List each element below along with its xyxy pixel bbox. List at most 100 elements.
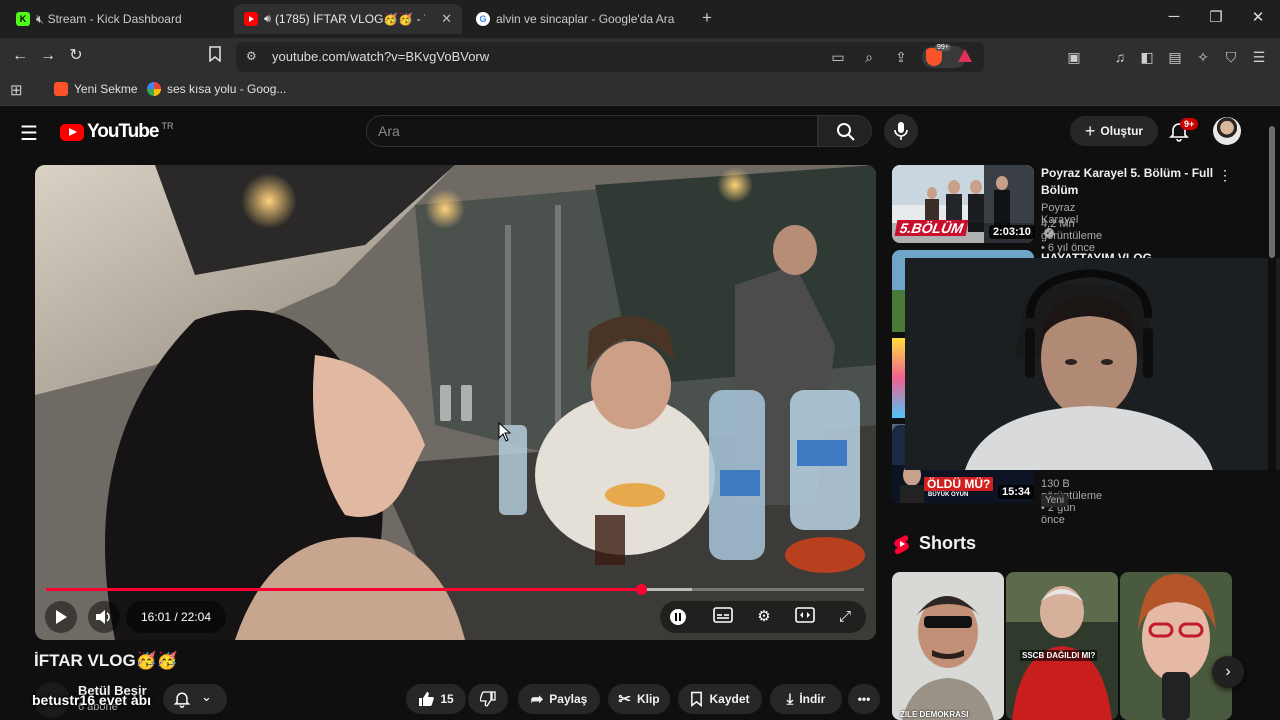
site-info-icon[interactable]: ⚙︎ bbox=[246, 49, 257, 63]
bookmark-label: Yeni Sekme bbox=[74, 82, 138, 96]
new-tab-button[interactable]: + bbox=[702, 8, 712, 28]
thumbs-down-icon bbox=[480, 691, 496, 707]
shorts-icon bbox=[894, 535, 909, 554]
time-display: 16:01 / 22:04 bbox=[126, 601, 226, 633]
recommendation-meta: 4,2 Mn görüntüleme • 6 yıl önce bbox=[1041, 218, 1103, 254]
brave-icon bbox=[54, 82, 68, 96]
subtitles-icon[interactable] bbox=[713, 607, 733, 627]
brave-rewards-icon[interactable] bbox=[958, 49, 972, 62]
download-button[interactable]: ⤓ İndir bbox=[770, 684, 842, 714]
more-icon[interactable]: ⋮ bbox=[1218, 167, 1232, 184]
save-label: Kaydet bbox=[709, 692, 750, 706]
save-button[interactable]: Kaydet bbox=[678, 684, 762, 714]
media-icon[interactable]: ♫ bbox=[1110, 48, 1130, 66]
tab-title: Stream - Kick Dashboard bbox=[47, 12, 182, 26]
bookmark-yeni-sekme[interactable]: Yeni Sekme bbox=[54, 82, 138, 96]
minimize-icon[interactable]: ─ bbox=[1154, 8, 1194, 25]
voice-search-button[interactable] bbox=[884, 114, 918, 148]
reader-mode-icon[interactable]: ▣ bbox=[1064, 48, 1084, 66]
like-count: 15 bbox=[440, 692, 454, 706]
recommendation-title[interactable]: Poyraz Karayel 5. Bölüm - Full Bölüm bbox=[1041, 165, 1227, 199]
short-card[interactable]: SSCB DAĞILDI MI? bbox=[1006, 572, 1118, 720]
create-label: Oluştur bbox=[1100, 124, 1144, 138]
tab-title: alvin ve sincaplar - Google'da Ara bbox=[496, 12, 675, 26]
tab-google-search[interactable]: G alvin ve sincaplar - Google'da Ara bbox=[466, 4, 690, 34]
short-card[interactable] bbox=[1120, 572, 1232, 720]
account-avatar[interactable] bbox=[1213, 117, 1241, 145]
bookmark-ses-kisa-yolu[interactable]: ses kısa yolu - Goog... bbox=[147, 82, 286, 96]
kick-icon: K bbox=[16, 12, 30, 26]
zoom-icon[interactable]: ⌕ bbox=[859, 48, 879, 66]
tab-youtube-video[interactable]: 🔊︎ (1785) İFTAR VLOG🥳🥳 - Yo ✕ bbox=[234, 4, 462, 34]
scrollbar-thumb[interactable] bbox=[1269, 126, 1275, 258]
download-label: İndir bbox=[799, 692, 826, 706]
wallet-icon[interactable]: ▤ bbox=[1165, 48, 1185, 66]
thumbs-up-icon bbox=[419, 692, 435, 706]
save-bookmark-icon bbox=[691, 691, 703, 707]
thumbnail-subtext: BÜYÜK OYUN bbox=[928, 492, 969, 498]
menu-icon[interactable]: ☰ bbox=[1249, 48, 1269, 66]
thumbnail-text: ÖLDÜ MÜ? bbox=[924, 477, 994, 491]
reload-icon[interactable]: ↻ bbox=[65, 46, 87, 66]
google-icon: G bbox=[476, 12, 490, 26]
subscription-bell-button[interactable]: ⌄ bbox=[163, 684, 227, 714]
vpn-icon[interactable]: ⛉ bbox=[1221, 48, 1241, 66]
guide-menu-icon[interactable]: ☰ bbox=[20, 121, 38, 146]
share-button[interactable]: ➦ Paylaş bbox=[518, 684, 600, 714]
recommendation-title[interactable]: HAYATTAYIM VLOG bbox=[1041, 250, 1161, 258]
short-caption: SSCB DAĞILDI MI? bbox=[1020, 650, 1098, 661]
tab-title: (1785) İFTAR VLOG🥳🥳 - Yo bbox=[274, 12, 425, 26]
dislike-button[interactable] bbox=[468, 684, 508, 714]
plus-icon: + bbox=[1084, 120, 1096, 141]
google-icon bbox=[147, 82, 161, 96]
more-icon: ••• bbox=[857, 692, 871, 706]
theater-mode-icon[interactable] bbox=[795, 607, 815, 627]
audio-playing-icon[interactable]: 🔊︎ bbox=[264, 13, 271, 26]
volume-icon bbox=[96, 610, 110, 624]
back-icon[interactable]: ← bbox=[9, 46, 31, 66]
forward-icon[interactable]: → bbox=[37, 46, 59, 66]
search-placeholder: Ara bbox=[378, 123, 400, 139]
like-button[interactable]: 15 bbox=[406, 684, 466, 714]
settings-icon[interactable]: ⚙︎ bbox=[754, 607, 774, 627]
streamer-webcam bbox=[905, 258, 1280, 470]
shorts-next-button[interactable]: › bbox=[1212, 656, 1244, 688]
youtube-icon bbox=[244, 12, 258, 26]
volume-button[interactable] bbox=[88, 601, 120, 633]
apps-grid-icon[interactable]: ⊞ bbox=[10, 81, 23, 99]
cast-icon[interactable]: ▭ bbox=[828, 48, 848, 66]
short-card[interactable]: ZILE DEMOKRASI bbox=[892, 572, 1004, 720]
leo-ai-icon[interactable]: ✧ bbox=[1193, 48, 1213, 66]
fullscreen-icon[interactable]: ⤢ bbox=[835, 607, 855, 627]
thumbnail-text: 5.BÖLÜM bbox=[894, 220, 969, 236]
sidebar-icon[interactable]: ◧ bbox=[1137, 48, 1157, 66]
bookmark-icon[interactable] bbox=[204, 46, 226, 68]
duration-badge: 15:34 bbox=[998, 485, 1035, 499]
duration-badge: 2:03:10 bbox=[989, 225, 1035, 239]
play-button[interactable] bbox=[45, 601, 77, 633]
video-thumbnail-partial[interactable] bbox=[892, 338, 906, 418]
microphone-icon bbox=[894, 122, 908, 140]
new-badge: Yeni bbox=[1041, 494, 1069, 507]
close-window-icon[interactable]: ✕ bbox=[1238, 8, 1278, 26]
tab-kick-dashboard[interactable]: K 🔇︎ Stream - Kick Dashboard bbox=[6, 4, 232, 34]
muted-icon[interactable]: 🔇︎ bbox=[36, 12, 44, 27]
url-text[interactable]: youtube.com/watch?v=BKvgVoBVorw bbox=[272, 49, 489, 64]
short-caption: ZILE DEMOKRASI bbox=[900, 710, 969, 719]
pause-indicator-icon bbox=[440, 385, 472, 421]
autoplay-toggle-icon[interactable] bbox=[668, 607, 688, 627]
more-actions-button[interactable]: ••• bbox=[848, 684, 880, 714]
scrubber-handle[interactable] bbox=[635, 584, 647, 595]
maximize-icon[interactable]: ❐ bbox=[1196, 8, 1236, 26]
clip-button[interactable]: ✂︎ Klip bbox=[608, 684, 670, 714]
share-icon[interactable]: ⇪ bbox=[891, 48, 911, 66]
youtube-wordmark: YouTube bbox=[87, 121, 159, 142]
bookmark-label: ses kısa yolu - Goog... bbox=[167, 82, 287, 96]
youtube-logo[interactable]: YouTube TR bbox=[60, 121, 173, 143]
create-button[interactable]: + Oluştur bbox=[1070, 116, 1158, 146]
search-input[interactable] bbox=[366, 115, 818, 147]
close-tab-icon[interactable]: ✕ bbox=[433, 11, 452, 27]
mouse-cursor-icon bbox=[498, 422, 512, 442]
scissors-icon: ✂︎ bbox=[618, 691, 631, 708]
search-button[interactable] bbox=[818, 115, 872, 147]
